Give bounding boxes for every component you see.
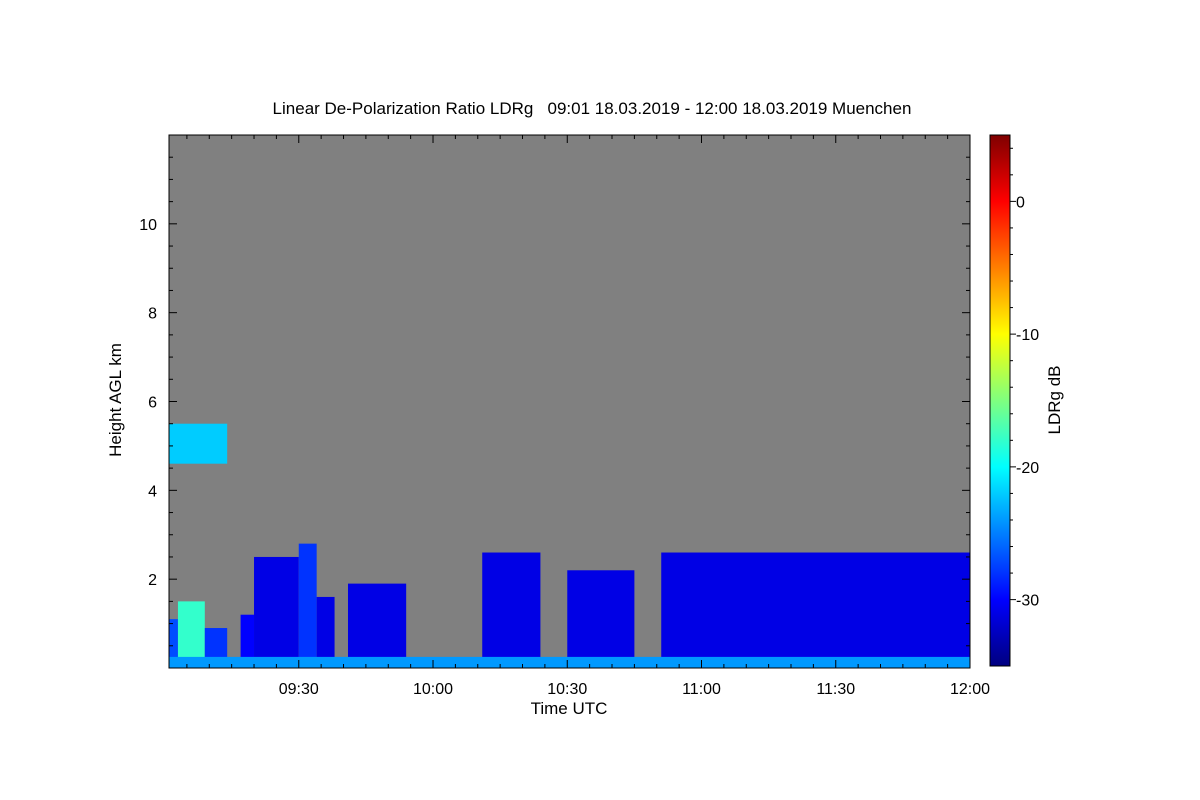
surface-layer: [169, 656, 970, 668]
x-tick-label: 09:30: [279, 681, 319, 698]
x-tick-label: 11:00: [682, 681, 721, 698]
x-tick-label: 10:30: [547, 681, 587, 698]
cloud-segment: [661, 552, 970, 668]
y-tick-label: 2: [148, 572, 157, 589]
cloud-segment: [482, 552, 541, 668]
colorbar-label: LDRg dB: [1045, 366, 1064, 435]
cloud-segment: [254, 556, 299, 668]
x-axis-label: Time UTC: [531, 699, 608, 718]
cloud-segment: [567, 570, 635, 668]
x-tick-label: 12:00: [950, 681, 990, 698]
cloud-segment: [298, 543, 317, 668]
colorbar-tick-label: -20: [1016, 460, 1039, 477]
x-tick-label: 10:00: [413, 681, 453, 698]
x-tick-label: 11:30: [816, 681, 855, 698]
colorbar: [989, 134, 1011, 667]
colorbar-tick-label: 0: [1016, 194, 1025, 211]
y-axis-label: Height AGL km: [106, 343, 125, 457]
ldr-chart: Linear De-Polarization Ratio LDRg 09:01 …: [106, 99, 1064, 718]
y-tick-label: 8: [148, 306, 157, 323]
y-tick-label: 4: [148, 483, 157, 500]
colorbar-axis: 0 -10 -20 -30: [1010, 147, 1039, 610]
cloud-segment: [347, 583, 407, 668]
y-tick-label: 6: [148, 395, 157, 412]
y-tick-label: 10: [139, 217, 157, 234]
colorbar-tick-label: -30: [1016, 593, 1039, 610]
chart-title: Linear De-Polarization Ratio LDRg 09:01 …: [273, 99, 912, 118]
elevated-aerosol-layer: [169, 423, 228, 464]
colorbar-tick-label: -10: [1016, 327, 1039, 344]
